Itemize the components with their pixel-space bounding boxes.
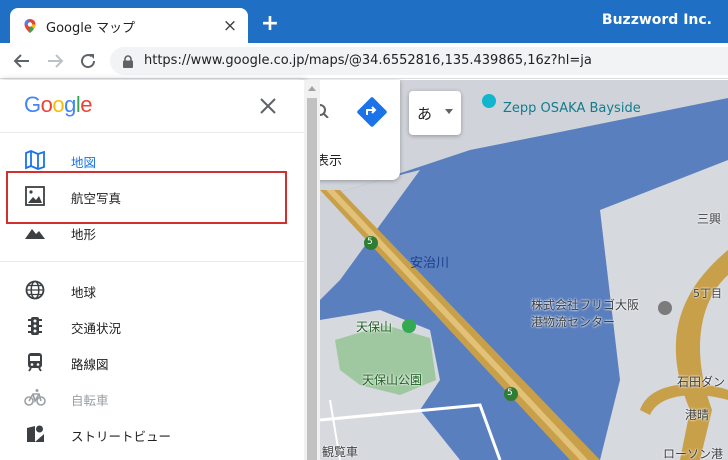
browser-toolbar: https://www.google.co.jp/maps/@34.655281…: [0, 43, 728, 79]
url-text[interactable]: https://www.google.co.jp/maps/@34.655281…: [144, 53, 592, 68]
map-label-minato: 港晴: [685, 408, 710, 422]
lock-icon[interactable]: [122, 55, 134, 68]
menu-item-map[interactable]: 地図: [0, 142, 304, 178]
menu-item-label: 路線図: [71, 357, 109, 372]
menu-item-terrain[interactable]: 地形: [0, 214, 304, 250]
traffic-icon: [28, 317, 42, 335]
logo-letter: G: [24, 92, 41, 117]
street-view-icon: [27, 425, 44, 442]
google-logo: Google: [24, 92, 93, 120]
menu-item-street-view[interactable]: ストリートビュー: [0, 416, 304, 452]
menu-item-label: 地図: [71, 155, 97, 170]
menu-item-traffic[interactable]: 交通状況: [0, 308, 304, 344]
back-arrow-icon[interactable]: [10, 49, 34, 73]
satellite-image-icon: [25, 186, 45, 206]
scroll-up-arrow-icon[interactable]: [308, 86, 316, 91]
menu-scrollbar[interactable]: [304, 80, 320, 460]
address-bar[interactable]: https://www.google.co.jp/maps/@34.655281…: [110, 47, 728, 75]
logo-letter: o: [52, 92, 65, 117]
menu-item-satellite[interactable]: 航空写真: [0, 178, 304, 214]
side-menu: Google 地図 航空写真 地形 地球 交通状況 路線図 自転車 ストリートビ…: [0, 80, 304, 460]
scrollbar-thumb[interactable]: [307, 98, 317, 460]
language-button[interactable]: あ: [409, 91, 461, 135]
map-river-label: 安治川: [410, 256, 450, 271]
maps-pin-icon: [24, 19, 36, 33]
route-marker-5: 5: [507, 388, 513, 398]
menu-item-label: 地形: [71, 227, 97, 242]
globe-icon: [25, 280, 45, 300]
tab-close-icon[interactable]: ×: [220, 16, 240, 36]
close-icon[interactable]: [258, 96, 278, 116]
logo-letter: e: [80, 92, 93, 117]
logo-letter: o: [40, 92, 53, 117]
menu-item-label: ストリートビュー: [71, 429, 172, 444]
menu-item-label: 航空写真: [71, 191, 122, 206]
transit-icon: [28, 353, 42, 372]
map-label-chome: 5丁目: [693, 287, 722, 300]
reload-icon[interactable]: [76, 49, 100, 73]
brand-label: Buzzword Inc.: [601, 12, 712, 28]
map-poi-tenpozan-park[interactable]: 天保山公園: [362, 371, 422, 388]
browser-tab[interactable]: Google マップ ×: [10, 8, 248, 43]
terrain-icon: [25, 229, 45, 239]
map-poi-company-line2[interactable]: 港物流センター: [531, 313, 615, 330]
chevron-down-icon: [445, 109, 453, 114]
bicycle-icon: [24, 389, 46, 406]
map-label-ishida: 石田ダン: [677, 375, 726, 389]
menu-item-globe[interactable]: 地球: [0, 272, 304, 308]
menu-item-label: 地球: [71, 285, 97, 300]
menu-item-label: 交通状況: [71, 321, 122, 336]
browser-titlebar: Google マップ × + Buzzword Inc.: [0, 0, 728, 43]
tab-title: Google マップ: [46, 21, 135, 36]
route-marker-5: 5: [367, 237, 373, 247]
map-poi-company-line1[interactable]: 株式会社フリゴ大阪: [531, 296, 639, 313]
menu-item-bicycle[interactable]: 自転車: [0, 380, 304, 416]
map-label-mitsuru: 三興: [697, 212, 722, 226]
map-label-ferris[interactable]: 観覧車: [322, 443, 358, 460]
map-poi-zepp[interactable]: Zepp OSAKA Bayside: [503, 101, 641, 116]
map-icon: [25, 150, 45, 170]
menu-divider: [0, 261, 304, 262]
logo-letter: g: [64, 92, 76, 117]
forward-arrow-icon[interactable]: [43, 49, 67, 73]
map-label-lawson[interactable]: ローソン港: [663, 445, 723, 460]
directions-icon[interactable]: [350, 90, 394, 134]
map-poi-tenpozan[interactable]: 天保山: [356, 318, 392, 335]
menu-item-label: 自転車: [71, 393, 109, 408]
menu-item-transit[interactable]: 路線図: [0, 344, 304, 380]
language-label: あ: [417, 105, 433, 123]
menu-divider: [0, 132, 304, 133]
new-tab-button[interactable]: +: [258, 12, 282, 36]
